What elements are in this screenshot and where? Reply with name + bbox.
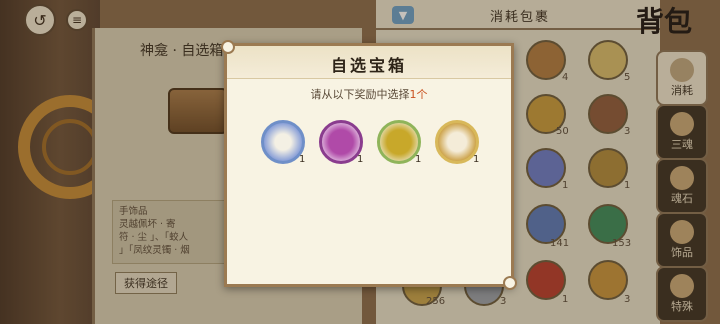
corner-ornament <box>221 40 235 54</box>
corner-ornament <box>503 276 517 290</box>
reward-count: 1 <box>473 154 480 165</box>
reward-count: 1 <box>299 154 306 165</box>
reward-count: 1 <box>357 154 364 165</box>
dialog-title: 自选宝箱 <box>330 56 407 75</box>
select-chest-dialog: 自选宝箱 请从以下奖励中选择1个 1 1 1 1 <box>221 40 517 290</box>
reward-count: 1 <box>415 154 422 165</box>
dialog-prompt: 请从以下奖励中选择1个 <box>227 86 511 102</box>
prompt-count: 1个 <box>409 88 428 101</box>
prompt-text: 请从以下奖励中选择 <box>310 88 410 101</box>
